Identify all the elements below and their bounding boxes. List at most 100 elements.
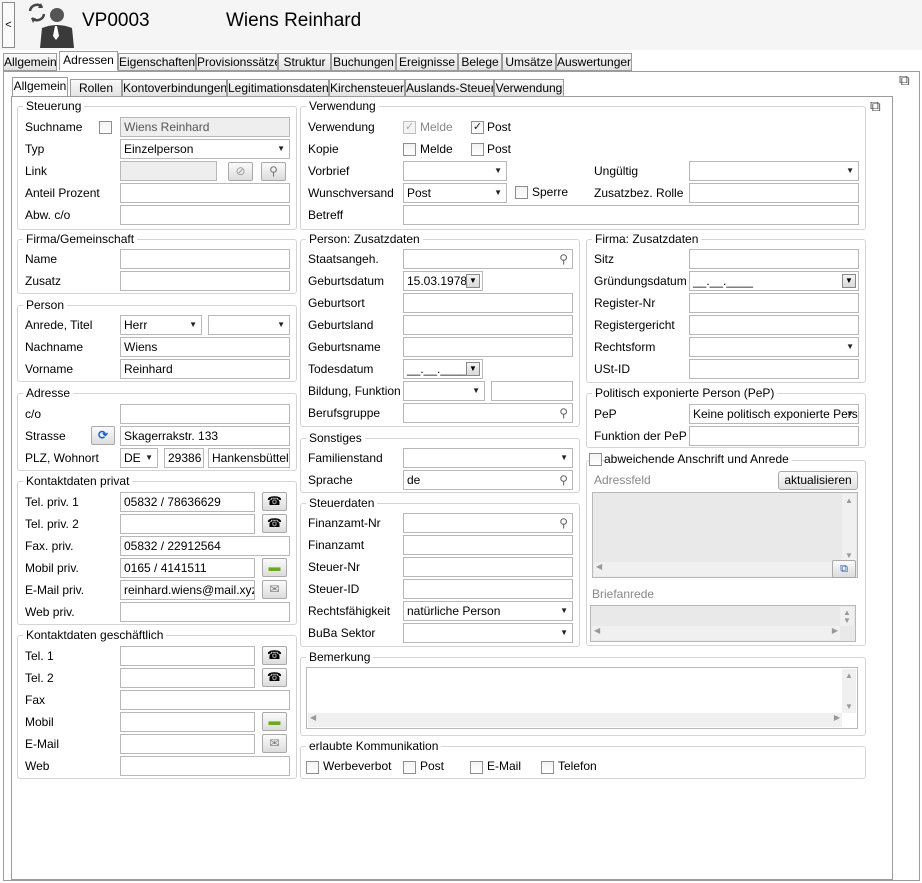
mail-priv-button[interactable]: ✉	[262, 580, 287, 599]
help-icon[interactable]: ⧉	[899, 72, 910, 89]
register-nr-field[interactable]	[689, 293, 859, 313]
abweichende-anschrift-checkbox[interactable]	[589, 453, 602, 466]
copy-address-button[interactable]: ⧉	[832, 560, 856, 578]
search-icon[interactable]: ⚲	[559, 516, 568, 530]
tab-belege[interactable]: Belege	[458, 53, 502, 71]
fax-priv-field[interactable]: 05832 / 22912564	[120, 536, 290, 556]
tab-ereignisse[interactable]: Ereignisse	[396, 53, 458, 71]
aktualisieren-button[interactable]: aktualisieren	[778, 471, 858, 490]
adressfeld-textarea[interactable]: ▲▼ ◀▶	[592, 492, 858, 578]
subtab-rollen[interactable]: Rollen	[70, 79, 122, 97]
mobil-priv-field[interactable]: 0165 / 4141511	[120, 558, 255, 578]
scrollbar-horizontal[interactable]: ◀▶	[592, 626, 840, 640]
geburtsdatum-field[interactable]: 15.03.1978 ▼	[403, 271, 483, 291]
sprache-field[interactable]: de ⚲	[403, 470, 573, 490]
familienstand-select[interactable]	[403, 448, 573, 468]
rechtsform-select[interactable]	[689, 337, 859, 357]
mail-button[interactable]: ✉	[262, 734, 287, 753]
ungueltig-select[interactable]	[689, 161, 859, 181]
address-refresh-button[interactable]: ⟳	[91, 426, 115, 445]
bemerkung-textarea[interactable]: ▲ ▼ ◀ ▶	[306, 667, 858, 729]
search-icon[interactable]: ⚲	[559, 406, 568, 420]
link-clear-button[interactable]: ⊘	[228, 162, 253, 181]
web-priv-field[interactable]	[120, 602, 290, 622]
sitz-field[interactable]	[689, 249, 859, 269]
gruendungsdatum-field[interactable]: __.__.____ ▼	[689, 271, 859, 291]
tab-struktur[interactable]: Struktur	[278, 53, 331, 71]
search-icon[interactable]: ⚲	[559, 252, 568, 266]
plz-field[interactable]: 29386	[164, 448, 204, 468]
fax-field[interactable]	[120, 690, 290, 710]
komm-post-checkbox[interactable]	[403, 761, 416, 774]
subtab-kirchensteuer[interactable]: Kirchensteuer	[329, 79, 405, 97]
call-tel-2-button[interactable]: ☎	[262, 668, 287, 687]
vorname-field[interactable]: Reinhard	[120, 359, 290, 379]
komm-telefon-checkbox[interactable]	[541, 761, 554, 774]
anrede-select[interactable]: Herr	[120, 315, 202, 335]
registergericht-field[interactable]	[689, 315, 859, 335]
steuer-nr-field[interactable]	[403, 557, 573, 577]
call-tel-priv-2-button[interactable]: ☎	[262, 514, 287, 533]
link-field[interactable]	[120, 161, 217, 181]
tab-auswertungen[interactable]: Auswertungen	[556, 53, 632, 71]
search-icon[interactable]: ⚲	[559, 473, 568, 487]
betreff-field[interactable]	[403, 205, 859, 225]
scrollbar-vertical[interactable]: ▲ ▼	[840, 607, 854, 626]
ust-id-field[interactable]	[689, 359, 859, 379]
anteil-prozent-field[interactable]	[120, 183, 290, 203]
verwendung-melde-checkbox[interactable]: ✓	[403, 121, 416, 134]
nachname-field[interactable]: Wiens	[120, 337, 290, 357]
abw-co-field[interactable]	[120, 205, 290, 225]
sms-mobil-button[interactable]: ▬	[262, 712, 287, 731]
berufsgruppe-field[interactable]: ⚲	[403, 403, 573, 423]
subtab-verwendung[interactable]: Verwendung	[494, 79, 564, 97]
email-field[interactable]	[120, 734, 255, 754]
call-tel-priv-1-button[interactable]: ☎	[262, 492, 287, 511]
calendar-dropdown-icon[interactable]: ▼	[466, 362, 480, 376]
tab-umsaetze[interactable]: Umsätze	[502, 53, 556, 71]
calendar-dropdown-icon[interactable]: ▼	[842, 274, 856, 288]
tab-provisionssaetze[interactable]: Provisionssätze	[196, 53, 278, 71]
funktion-pep-field[interactable]	[689, 426, 859, 446]
titel-select[interactable]	[208, 315, 290, 335]
collapse-panel-button[interactable]: <	[2, 2, 15, 48]
subtab-legitimationsdaten[interactable]: Legitimationsdaten	[227, 79, 329, 97]
rechtsfaehigkeit-select[interactable]: natürliche Person	[403, 601, 573, 621]
todesdatum-field[interactable]: __.__.____ ▼	[403, 359, 483, 379]
staatsangeh-field[interactable]: ⚲	[403, 249, 573, 269]
mobil-field[interactable]	[120, 712, 255, 732]
tel-2-field[interactable]	[120, 668, 255, 688]
tel-priv-1-field[interactable]: 05832 / 78636629	[120, 492, 255, 512]
tel-priv-2-field[interactable]	[120, 514, 255, 534]
suchname-field[interactable]: Wiens Reinhard	[120, 117, 290, 137]
tab-adressen[interactable]: Adressen	[59, 51, 118, 71]
subtab-auslands-steuer[interactable]: Auslands-Steuer	[405, 79, 494, 97]
komm-email-checkbox[interactable]	[470, 761, 483, 774]
werbeverbot-checkbox[interactable]	[306, 761, 319, 774]
typ-select[interactable]: Einzelperson	[120, 139, 290, 159]
kopie-post-checkbox[interactable]	[471, 143, 484, 156]
calendar-dropdown-icon[interactable]: ▼	[466, 274, 480, 288]
pep-select[interactable]: Keine politisch exponierte Person	[689, 404, 859, 424]
tab-allgemein[interactable]: Allgemein	[3, 53, 57, 71]
call-tel-1-button[interactable]: ☎	[262, 646, 287, 665]
firma-zusatz-field[interactable]	[120, 271, 290, 291]
land-select[interactable]: DE	[120, 448, 158, 468]
tab-eigenschaften[interactable]: Eigenschaften	[118, 53, 196, 71]
wunschversand-select[interactable]: Post	[403, 183, 507, 203]
geburtsname-field[interactable]	[403, 337, 573, 357]
web-field[interactable]	[120, 756, 290, 776]
geburtsort-field[interactable]	[403, 293, 573, 313]
subtab-allgemein[interactable]: Allgemein	[12, 77, 68, 97]
sperre-checkbox[interactable]	[515, 186, 528, 199]
co-field[interactable]	[120, 404, 290, 424]
firma-name-field[interactable]	[120, 249, 290, 269]
wohnort-field[interactable]: Hankensbüttel	[208, 448, 290, 468]
kopie-melde-checkbox[interactable]	[403, 143, 416, 156]
steuer-id-field[interactable]	[403, 579, 573, 599]
subtab-kontoverbindungen[interactable]: Kontoverbindungen	[122, 79, 227, 97]
sms-mobil-priv-button[interactable]: ▬	[262, 558, 287, 577]
tel-1-field[interactable]	[120, 646, 255, 666]
scrollbar-vertical[interactable]: ▲ ▼	[842, 669, 856, 713]
geburtsland-field[interactable]	[403, 315, 573, 335]
